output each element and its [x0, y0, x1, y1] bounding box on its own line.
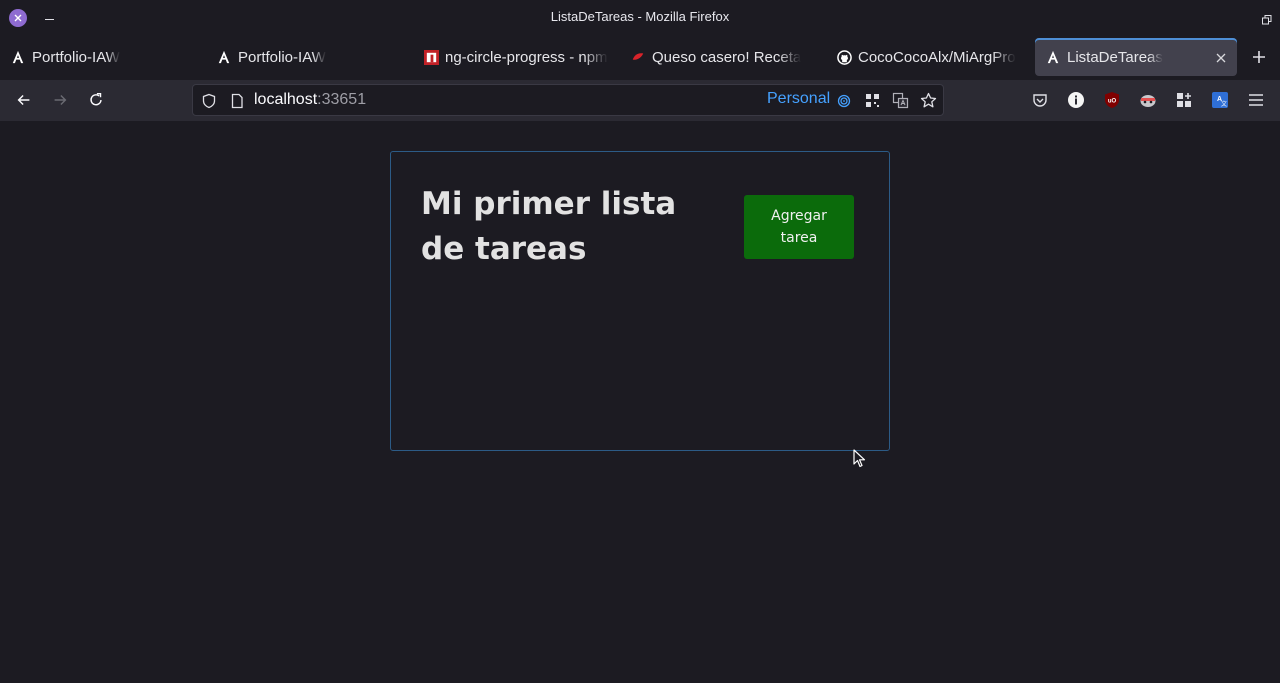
tab-label: Portfolio-IAW [32, 48, 120, 66]
navigation-toolbar: localhost:33651 Personal uO A文 [0, 80, 1280, 121]
tab-queso-casero[interactable]: Queso casero! Receta [620, 38, 820, 76]
translate-icon[interactable] [892, 92, 909, 109]
angular-icon [1045, 49, 1061, 65]
tab-label: CocoCocoAlx/MiArgPro [858, 48, 1016, 66]
window-titlebar: ListaDeTareas - Mozilla Firefox [0, 0, 1280, 36]
privacy-badger-icon[interactable] [1139, 91, 1157, 109]
container-label[interactable]: Personal [767, 90, 830, 108]
tab-label: ng-circle-progress - npm [445, 48, 608, 66]
new-tab-button[interactable] [1250, 48, 1268, 66]
bookmark-star-icon[interactable] [920, 92, 937, 109]
plus-icon [1253, 51, 1265, 63]
url-host: localhost [254, 91, 318, 108]
angular-icon [216, 49, 232, 65]
translate-extension-icon[interactable]: A文 [1211, 91, 1229, 109]
tab-portfolio-iaw-1[interactable]: Portfolio-IAW [0, 38, 200, 76]
mouse-cursor-icon [853, 449, 866, 468]
angular-icon [10, 49, 26, 65]
window-title: ListaDeTareas - Mozilla Firefox [550, 9, 730, 24]
svg-text:uO: uO [1108, 99, 1117, 105]
ublock-origin-icon[interactable]: uO [1103, 91, 1121, 109]
arrow-left-icon [17, 94, 30, 106]
page-title: Mi primer lista de tareas [421, 186, 677, 267]
tab-portfolio-iaw-2[interactable]: Portfolio-IAW [206, 38, 406, 76]
hamburger-menu-icon[interactable] [1247, 91, 1265, 109]
extensions-grid-icon[interactable] [1175, 91, 1193, 109]
tab-label: Queso casero! Receta [652, 48, 802, 66]
back-button[interactable] [14, 90, 34, 110]
tab-github-repo[interactable]: CocoCocoAlx/MiArgPro [826, 38, 1026, 76]
github-icon [836, 49, 852, 65]
tab-close-icon[interactable] [1215, 51, 1227, 63]
page-icon[interactable] [229, 93, 245, 109]
shield-icon[interactable] [201, 93, 217, 109]
svg-text:文: 文 [1221, 100, 1227, 108]
add-task-button[interactable]: Agregar tarea [744, 195, 854, 259]
forward-button[interactable] [50, 90, 70, 110]
task-list-card: Mi primer lista de tareas Agregar tarea [390, 151, 890, 451]
restore-icon [1262, 15, 1272, 25]
info-extension-icon[interactable] [1067, 91, 1085, 109]
tab-ng-circle-progress[interactable]: ng-circle-progress - npm [413, 38, 613, 76]
tab-listadetareas[interactable]: ListaDeTareas [1035, 38, 1237, 76]
qr-code-icon[interactable] [864, 92, 881, 109]
reload-icon [90, 92, 102, 106]
tab-strip: Portfolio-IAW Portfolio-IAW ng-circle-pr… [0, 36, 1280, 80]
pocket-icon[interactable] [1031, 91, 1049, 109]
tab-label: Portfolio-IAW [238, 48, 326, 66]
fingerprint-icon [837, 94, 851, 108]
recipe-icon [630, 49, 646, 65]
url-port: :33651 [317, 91, 367, 108]
arrow-right-icon [54, 94, 67, 106]
tab-label: ListaDeTareas [1067, 48, 1163, 66]
reload-button[interactable] [86, 90, 106, 110]
url-bar[interactable]: localhost:33651 Personal [192, 84, 944, 116]
page-content: Mi primer lista de tareas Agregar tarea [0, 121, 1280, 683]
npm-icon [423, 49, 439, 65]
url-text[interactable]: localhost:33651 [254, 91, 366, 109]
window-restore-button[interactable] [1262, 12, 1272, 25]
